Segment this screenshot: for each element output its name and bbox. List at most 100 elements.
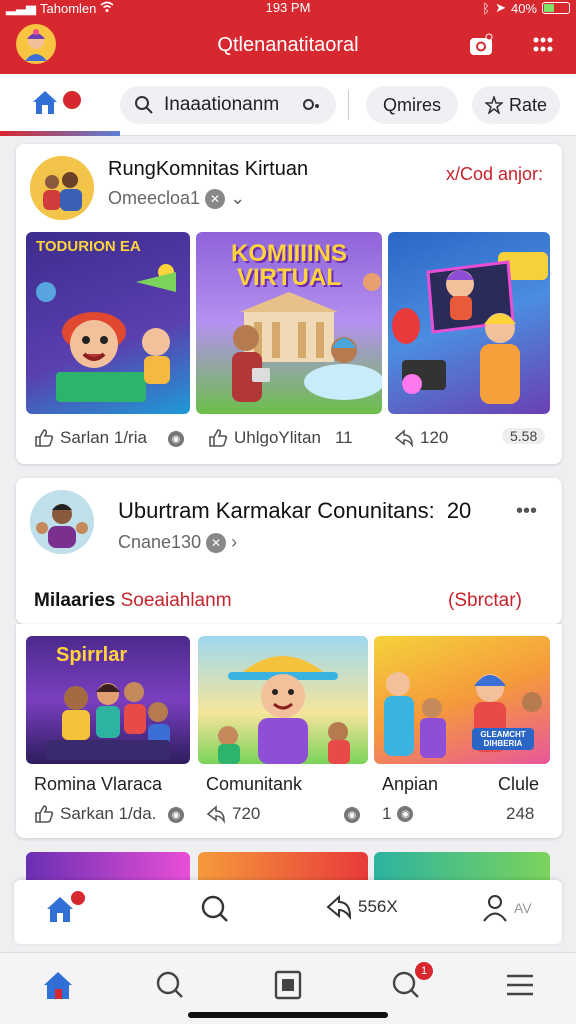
count-value: 248 <box>506 804 535 823</box>
small-badge-icon: ◉ <box>168 807 184 823</box>
grid-menu-button[interactable] <box>528 30 558 60</box>
count-stat: 248 <box>506 804 534 824</box>
rate-button[interactable]: Rate <box>472 86 560 124</box>
post-thumbnail[interactable]: GLEAMCHT DIHBERIA <box>374 636 550 764</box>
post-avatar[interactable] <box>30 490 94 554</box>
category-tail: Soeaiahlanm <box>120 590 232 611</box>
share-count: 120 <box>420 428 449 447</box>
cartoon-kid-icon <box>36 264 176 402</box>
search-input[interactable]: Inaaationanm <box>120 86 336 124</box>
camera-button[interactable] <box>466 30 496 60</box>
home-badge <box>70 890 86 906</box>
home-icon <box>44 972 72 999</box>
join-link[interactable]: x/Cod anjor: <box>446 164 543 185</box>
nav-notifications[interactable]: 1 <box>388 961 434 1003</box>
like-icon <box>35 805 54 823</box>
post-card[interactable]: Uburtram Karmakar Conunitans: 20 ••• Cna… <box>16 478 562 624</box>
home-tab[interactable] <box>30 88 82 122</box>
comment-count: 11 <box>334 428 353 447</box>
share-stat[interactable]: 120 <box>394 428 448 448</box>
small-badge-icon: ◉ <box>397 806 414 822</box>
post-title-count: 20 <box>446 498 472 523</box>
post-subtitle: Cnane130 ✕ › <box>118 532 237 553</box>
filter-button[interactable]: Qmires <box>366 86 458 124</box>
post-thumbnail[interactable]: KOMIIIINS VIRTUAL <box>196 232 382 414</box>
post-thumbnail[interactable] <box>26 852 190 882</box>
post-subtitle-text: Cnane130 <box>118 532 202 552</box>
nav-search[interactable] <box>152 967 188 1003</box>
bluetooth-icon: ᛒ <box>482 0 491 16</box>
camera-icon <box>470 33 493 55</box>
views-chip: 5.58 <box>502 428 546 444</box>
home-action[interactable] <box>44 890 86 924</box>
share-count: 720 <box>232 804 261 823</box>
filter-label: Qmires <box>383 94 441 115</box>
share-action[interactable]: 556X <box>326 894 398 920</box>
media-label: Clule <box>498 774 540 794</box>
post-thumbnail[interactable] <box>198 852 368 882</box>
small-badge-icon: ◉ <box>168 431 184 447</box>
chevron-down-icon[interactable]: › <box>231 532 237 553</box>
post-title: Uburtram Karmakar Conunitans: 20 <box>118 498 471 524</box>
like-count: Sarlan 1/ria <box>60 428 147 447</box>
verified-icon: ✕ <box>205 188 226 209</box>
thumbnail-caption: GLEAMCHT DIHBERIA <box>480 730 526 748</box>
notification-badge: 1 <box>414 961 434 981</box>
media-label: Comunitank <box>206 774 303 794</box>
views-count: 5.58 <box>510 428 538 444</box>
post-card[interactable]: Spirrlar GLEAMCHT DIHBERIA Romina Vlarac… <box>16 624 562 838</box>
battery-icon <box>542 2 570 14</box>
post-avatar[interactable] <box>30 156 94 220</box>
nav-menu[interactable] <box>502 967 538 1003</box>
active-tab-indicator <box>0 131 120 136</box>
post-thumbnail[interactable]: TODURION EA <box>26 232 190 414</box>
post-subtitle-text: Omeecloa1 <box>108 188 201 208</box>
profile-label: AV <box>514 900 532 916</box>
post-subtitle: Omeecloa1 ✕ ⌄ <box>108 188 245 209</box>
small-badge-icon: ◉ <box>344 807 360 823</box>
mic-icon[interactable] <box>300 97 322 113</box>
menu-icon <box>507 974 533 996</box>
group-avatar-icon <box>30 490 94 554</box>
cartoon-boy-icon <box>218 656 350 764</box>
comment-stat[interactable]: 1 ◉ <box>382 804 414 824</box>
like-stat[interactable]: Sarkan 1/da. <box>34 804 156 824</box>
more-icon[interactable]: ••• <box>516 500 537 523</box>
share-icon <box>326 894 352 920</box>
virtual-city-icon <box>232 273 382 402</box>
vr-kids-icon <box>392 252 548 404</box>
comment-stat[interactable]: UhlgoYlitan 11 <box>208 428 353 448</box>
nav-square[interactable] <box>270 967 306 1003</box>
post-thumbnail[interactable] <box>198 636 368 764</box>
search-icon <box>201 895 228 922</box>
share-icon <box>206 805 225 824</box>
media-label: Anpian <box>382 774 439 794</box>
post-category: Milaaries Soeaiahlanm <box>34 590 232 612</box>
category-label: Milaaries <box>34 590 116 611</box>
search-icon <box>135 96 153 114</box>
profile-action[interactable]: AV <box>482 894 532 922</box>
grid-icon <box>533 37 553 52</box>
post-title-text: Uburtram Karmakar Conunitans: <box>118 498 435 523</box>
location-icon: ➤ <box>495 0 506 15</box>
post-thumbnail[interactable] <box>374 852 550 882</box>
square-icon <box>274 970 302 1000</box>
battery-percent: 40% <box>510 0 537 16</box>
subscribe-link[interactable]: (Sbrctar) <box>448 590 522 612</box>
family-avatar-icon <box>30 156 94 220</box>
status-bar: ▂▃▅ Tahomlen 193 PM ᛒ ➤ 40% <box>0 0 576 18</box>
like-icon <box>35 429 54 447</box>
chevron-down-icon[interactable]: ⌄ <box>230 188 245 209</box>
search-value: Inaaationanm <box>164 94 280 115</box>
group-gaming-icon <box>46 682 170 760</box>
nav-home[interactable] <box>40 967 76 1003</box>
post-thumbnail[interactable] <box>388 232 550 414</box>
home-indicator <box>188 1012 388 1018</box>
home-badge <box>62 90 82 110</box>
post-thumbnail[interactable]: Spirrlar <box>26 636 190 764</box>
share-stat[interactable]: 720 <box>206 804 260 824</box>
media-label: Romina Vlaraca <box>34 774 163 794</box>
like-stat[interactable]: Sarlan 1/ria <box>34 428 147 448</box>
post-card[interactable]: RungKomnitas Kirtuan Omeecloa1 ✕ ⌄ x/Cod… <box>16 144 562 464</box>
search-action[interactable] <box>200 894 230 924</box>
